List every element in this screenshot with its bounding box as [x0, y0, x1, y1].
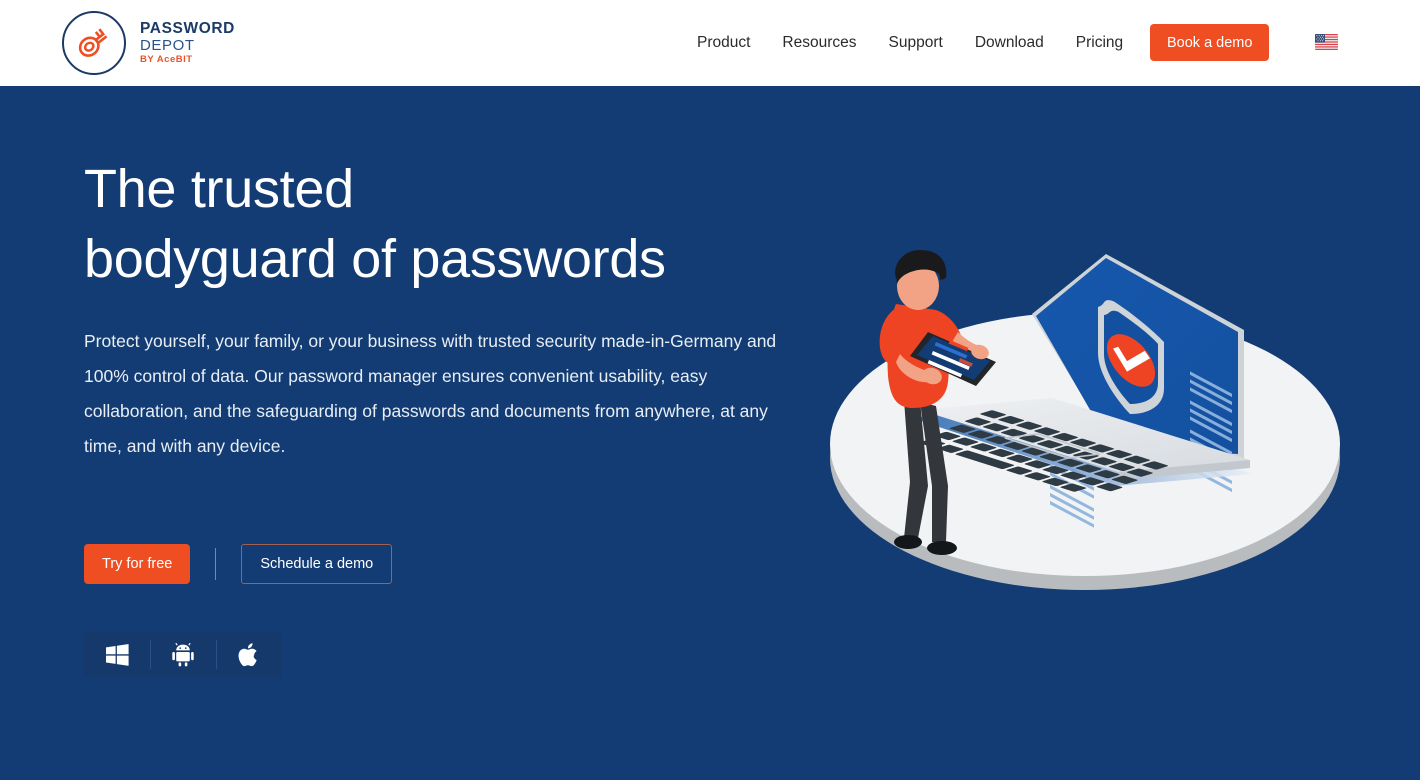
hero-section: The trusted bodyguard of passwords Prote…: [0, 86, 1420, 780]
nav-item-support[interactable]: Support: [873, 34, 959, 52]
nav-item-pricing[interactable]: Pricing: [1060, 34, 1139, 52]
platform-links: [84, 632, 282, 677]
hero-paragraph: Protect yourself, your family, or your b…: [84, 331, 777, 457]
book-a-demo-button[interactable]: Book a demo: [1150, 24, 1270, 61]
site-header: PASSWORD DEPOT BY AceBIT Product Resourc…: [0, 0, 1420, 86]
password-depot-key-logo-icon: [62, 11, 126, 75]
nav-item-resources[interactable]: Resources: [766, 34, 872, 52]
brand-logo[interactable]: PASSWORD DEPOT BY AceBIT: [62, 11, 235, 75]
try-for-free-button[interactable]: Try for free: [84, 544, 191, 584]
brand-wordmark: PASSWORD DEPOT BY AceBIT: [140, 20, 235, 65]
nav-item-download[interactable]: Download: [959, 34, 1060, 52]
main-navigation: Product Resources Support Download Prici…: [697, 0, 1139, 86]
hero-copy: The trusted bodyguard of passwords Prote…: [84, 154, 824, 464]
headline-line-2: bodyguard of passwords: [84, 229, 666, 290]
cta-divider: [215, 548, 217, 580]
schedule-a-demo-button[interactable]: Schedule a demo: [241, 544, 393, 584]
landing-page: PASSWORD DEPOT BY AceBIT Product Resourc…: [0, 0, 1420, 780]
headline-line-1: The trusted: [84, 159, 354, 219]
nav-item-product[interactable]: Product: [697, 34, 766, 52]
page-title: The trusted bodyguard of passwords: [84, 154, 824, 294]
us-flag-icon[interactable]: [1315, 34, 1338, 50]
hero-cta-row: Try for free Schedule a demo: [84, 544, 393, 584]
brand-line-password: PASSWORD: [140, 20, 235, 38]
brand-line-depot: DEPOT: [140, 36, 195, 54]
hero-illustration: [800, 186, 1370, 646]
brand-line-by-acebit: BY AceBIT: [140, 53, 193, 65]
windows-icon[interactable]: [84, 632, 150, 677]
apple-icon[interactable]: [216, 632, 282, 677]
android-icon[interactable]: [150, 632, 216, 677]
